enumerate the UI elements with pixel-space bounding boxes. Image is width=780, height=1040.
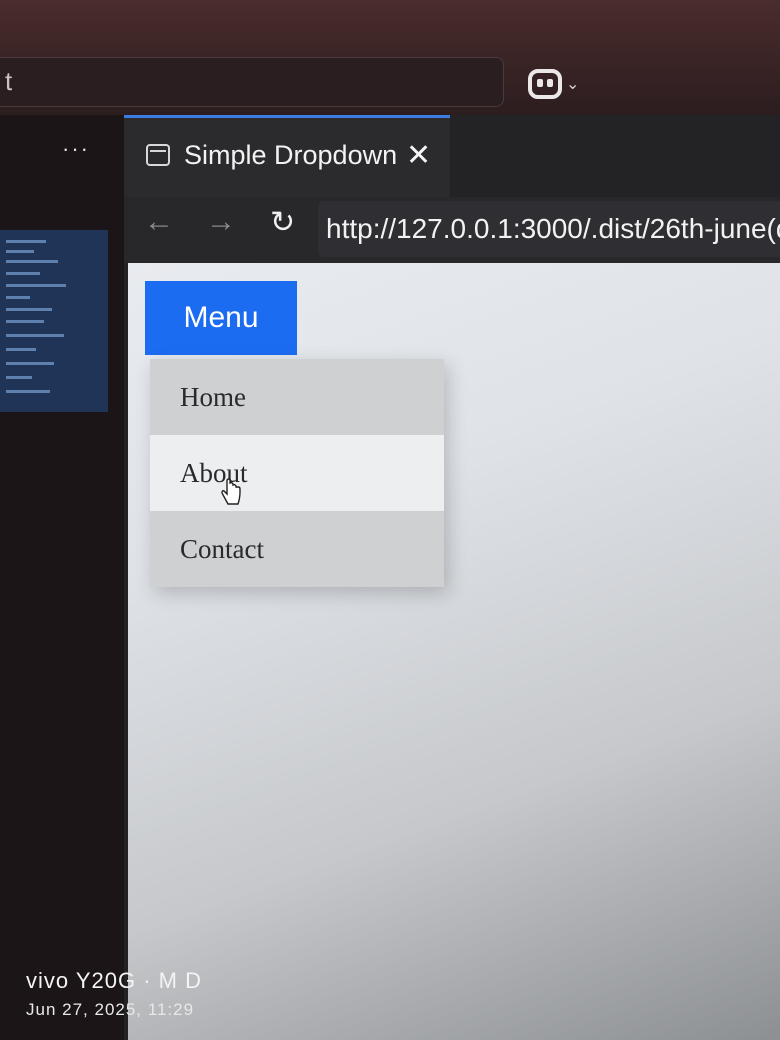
photo-of-screen: t ⌄ ··· Simple Dropdown ✕ ← → ↻ http://1… [0,0,780,1040]
browser-nav-bar: ← → ↻ http://127.0.0.1:3000/.dist/26th-j… [124,197,780,263]
menu-button[interactable]: Menu [145,281,297,355]
command-center-input[interactable]: t [0,57,504,107]
tab-simple-dropdown[interactable]: Simple Dropdown ✕ [124,115,450,197]
dropdown-item-about[interactable]: About [150,435,444,511]
hand-pointer-cursor-icon [221,478,241,505]
copilot-menu-button[interactable]: ⌄ [528,64,590,104]
camera-watermark-device: vivo Y20G · M D [26,968,202,993]
address-bar[interactable]: http://127.0.0.1:3000/.dist/26th-june(dr… [318,201,780,257]
chevron-down-icon: ⌄ [566,76,580,93]
editor-title-bar: t ⌄ [0,0,780,115]
code-minimap[interactable] [0,230,108,412]
dropdown-menu: Home About Contact [150,359,444,587]
address-bar-url: http://127.0.0.1:3000/.dist/26th-june(dr… [326,213,780,244]
copilot-icon [528,69,562,99]
command-center-text: t [5,66,13,96]
browser-tab-icon [146,144,170,166]
forward-arrow-icon[interactable]: → [206,205,236,239]
camera-watermark-datetime: Jun 27, 2025, 11:29 [26,1000,195,1019]
close-icon[interactable]: ✕ [406,138,431,173]
page-viewport: Menu Home About Contact [128,263,780,1040]
back-arrow-icon[interactable]: ← [144,205,174,239]
dropdown-item-contact[interactable]: Contact [150,511,444,587]
more-actions-icon[interactable]: ··· [62,136,90,162]
tab-title: Simple Dropdown [184,140,398,170]
dropdown-item-home[interactable]: Home [150,359,444,435]
reload-icon[interactable]: ↻ [270,205,295,240]
